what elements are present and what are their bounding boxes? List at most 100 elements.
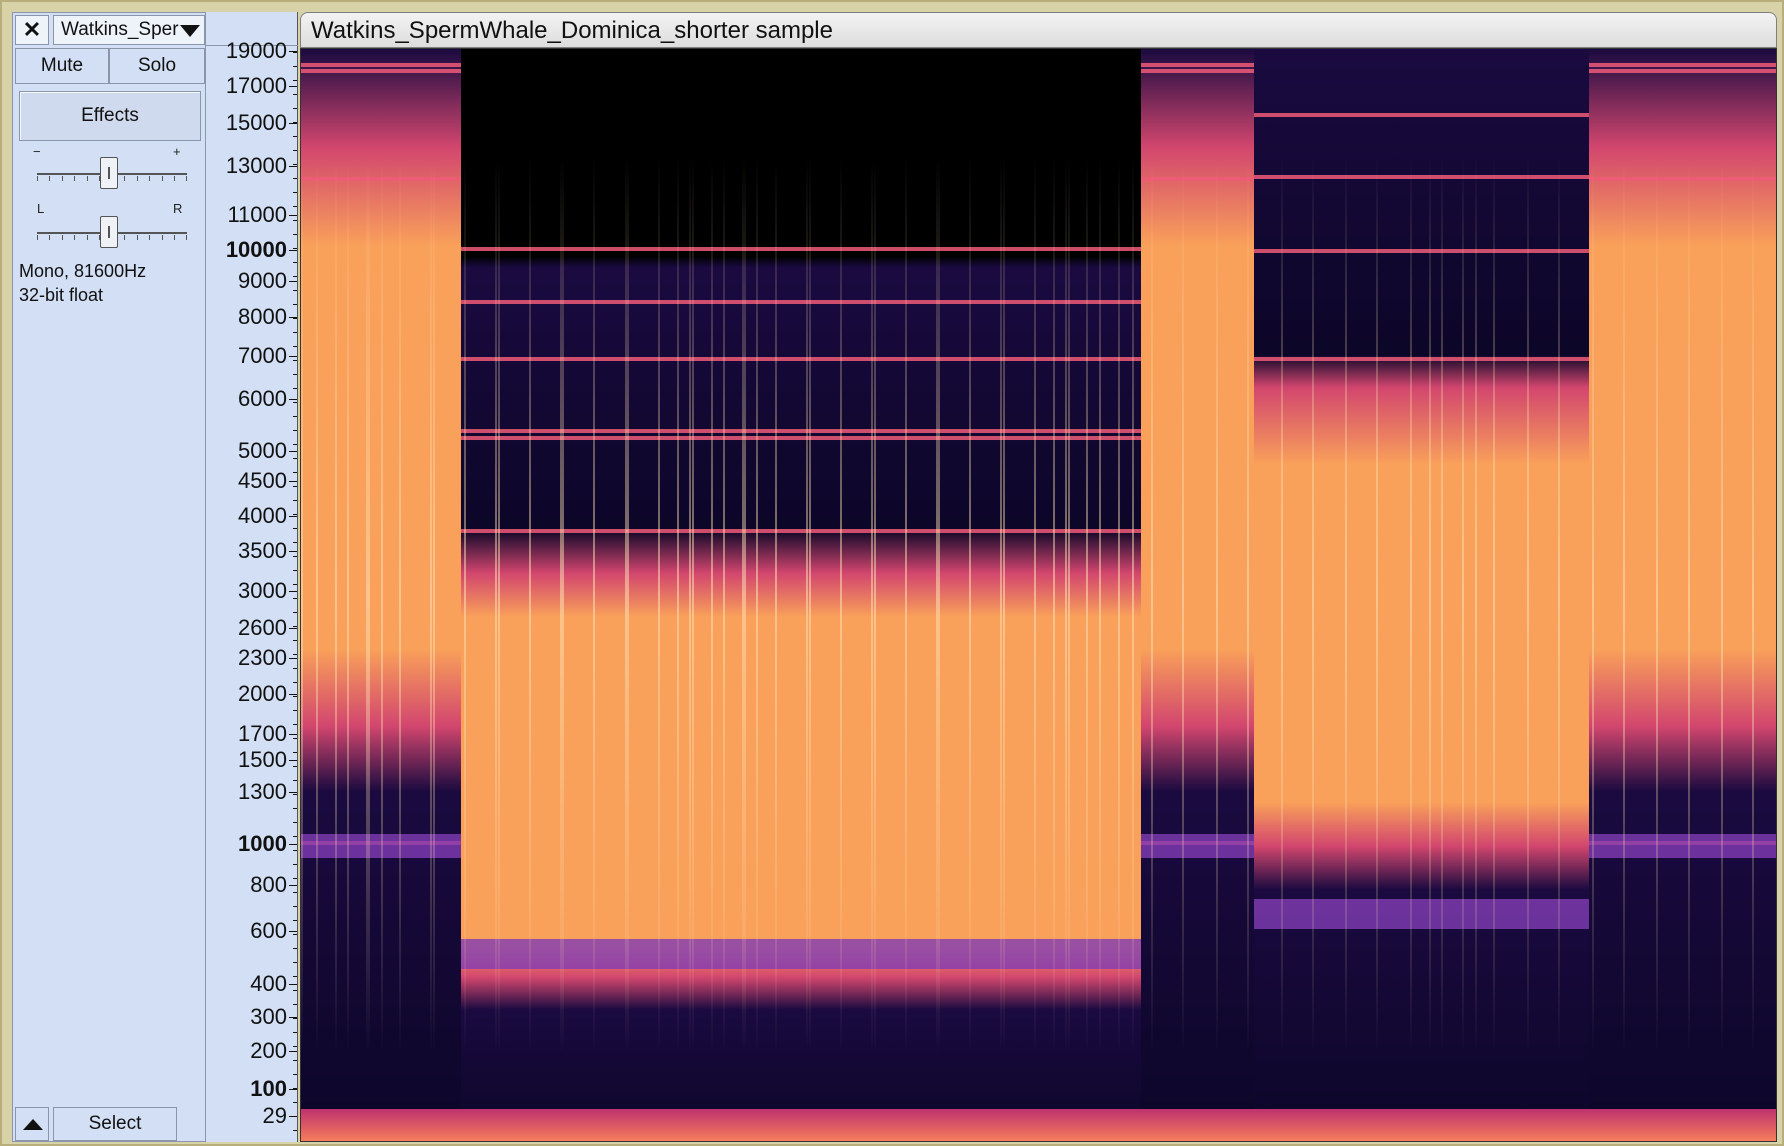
ruler-minor-tick (293, 598, 297, 599)
ruler-minor-tick (293, 626, 297, 627)
close-track-button[interactable]: ✕ (15, 15, 49, 45)
ruler-label-17000: 17000 (225, 73, 287, 98)
close-icon: ✕ (22, 17, 42, 42)
spectrogram-click-streak (1247, 49, 1249, 1141)
spectrogram-click-streak (498, 49, 500, 1141)
spectrogram-click-streak (1475, 49, 1477, 1141)
ruler-tick (289, 931, 297, 932)
ruler-minor-tick (293, 612, 297, 613)
ruler-minor-tick (293, 682, 297, 683)
ruler-minor-tick (293, 178, 297, 179)
ruler-label-29: 29 (262, 1103, 287, 1128)
spectrogram-click-streak (1441, 49, 1443, 1141)
ruler-minor-tick (293, 584, 297, 585)
ruler-tick (289, 399, 297, 400)
spectrogram-click-streak (689, 49, 691, 1141)
pan-left-label: L (37, 201, 45, 216)
ruler-tick (289, 734, 297, 735)
ruler-minor-tick (293, 1046, 297, 1047)
ruler-minor-tick (293, 388, 297, 389)
ruler-label-600: 600 (250, 918, 287, 943)
spectrogram-click-streak (1429, 49, 1431, 1141)
ruler-minor-tick (293, 990, 297, 991)
spectrogram-click-streak (1558, 49, 1560, 1141)
spectrogram-click-streak (1623, 49, 1625, 1141)
ruler-minor-tick (293, 1004, 297, 1005)
ruler-label-1500: 1500 (238, 747, 287, 772)
spectrogram-click-streak (347, 49, 349, 1141)
spectrogram-tone-line (1589, 63, 1776, 67)
spectrogram-click-streak (677, 49, 679, 1141)
ruler-minor-tick (293, 850, 297, 851)
spectrogram-click-streak (1721, 49, 1723, 1141)
format-rate-label: Mono, 81600Hz (19, 261, 147, 281)
ruler-tick (289, 1051, 297, 1052)
pan-slider-thumb[interactable] (100, 216, 118, 248)
spectrogram-click-streak (723, 49, 725, 1141)
ruler-tick (289, 885, 297, 886)
spectrogram-click-streak (1132, 49, 1134, 1141)
ruler-label-2000: 2000 (238, 681, 287, 706)
spectrogram-click-streak (1053, 49, 1055, 1141)
ruler-minor-tick (293, 304, 297, 305)
spectrogram-click-streak (874, 49, 876, 1141)
gain-slider-thumb[interactable] (100, 157, 118, 189)
ruler-label-1000: 1000 (238, 831, 287, 856)
spectrogram-view[interactable] (300, 48, 1777, 1142)
collapse-arrow-icon[interactable] (15, 1107, 49, 1141)
pan-right-label: R (173, 201, 183, 216)
ruler-label-8000: 8000 (238, 304, 287, 329)
ruler-label-2600: 2600 (238, 615, 287, 640)
ruler-minor-tick (293, 934, 297, 935)
spectrogram-click-streak (658, 49, 660, 1141)
ruler-minor-tick (293, 458, 297, 459)
ruler-label-1700: 1700 (238, 721, 287, 746)
spectrogram-click-streak (756, 49, 758, 1141)
ruler-minor-tick (293, 710, 297, 711)
ruler-minor-tick (293, 80, 297, 81)
ruler-minor-tick (293, 164, 297, 165)
ruler-minor-tick (293, 136, 297, 137)
spectrogram-click-streak (806, 49, 808, 1141)
audacity-track-window: ✕ Watkins_Sper Mute Solo Effects − + L R (0, 0, 1784, 1146)
ruler-minor-tick (293, 640, 297, 641)
ruler-minor-tick (293, 290, 297, 291)
spectrogram-tone-line (1254, 175, 1589, 179)
spectrogram-click-streak (1065, 49, 1067, 1141)
track-title-bar[interactable]: Watkins_SpermWhale_Dominica_shorter samp… (300, 12, 1777, 48)
ruler-label-5000: 5000 (238, 438, 287, 463)
ruler-minor-tick (293, 332, 297, 333)
ruler-minor-tick (293, 892, 297, 893)
spectrogram-click-streak (969, 49, 971, 1141)
ruler-minor-tick (293, 220, 297, 221)
ruler-minor-tick (293, 444, 297, 445)
ruler-tick (289, 792, 297, 793)
spectrogram-click-streak (301, 49, 303, 1141)
ruler-minor-tick (293, 752, 297, 753)
spectrogram-click-streak (495, 49, 497, 1141)
ruler-minor-tick (293, 192, 297, 193)
ruler-tick (289, 694, 297, 695)
solo-button[interactable]: Solo (109, 48, 205, 84)
spectrogram-segment (1589, 49, 1776, 1141)
spectrogram-click-streak (1182, 49, 1184, 1141)
track-name-menu-button[interactable]: Watkins_Sper (53, 15, 205, 45)
spectrogram-click-streak (1312, 49, 1314, 1141)
spectrogram-bottom-band (301, 1109, 1776, 1141)
spectrogram-click-streak (1034, 49, 1036, 1141)
ruler-minor-tick (293, 318, 297, 319)
spectrogram-click-streak (464, 49, 466, 1141)
spectrogram-click-streak (1099, 49, 1101, 1141)
ruler-minor-tick (293, 1032, 297, 1033)
ruler-minor-tick (293, 1018, 297, 1019)
select-track-button[interactable]: Select (53, 1107, 177, 1141)
ruler-minor-tick (293, 556, 297, 557)
track-control-panel: ✕ Watkins_Sper Mute Solo Effects − + L R (12, 12, 206, 1142)
ruler-minor-tick (293, 864, 297, 865)
mute-button[interactable]: Mute (15, 48, 109, 84)
effects-button[interactable]: Effects (19, 91, 201, 141)
ruler-label-4000: 4000 (238, 503, 287, 528)
ruler-minor-tick (293, 276, 297, 277)
spectrogram-click-streak (433, 49, 435, 1141)
ruler-minor-tick (293, 122, 297, 123)
